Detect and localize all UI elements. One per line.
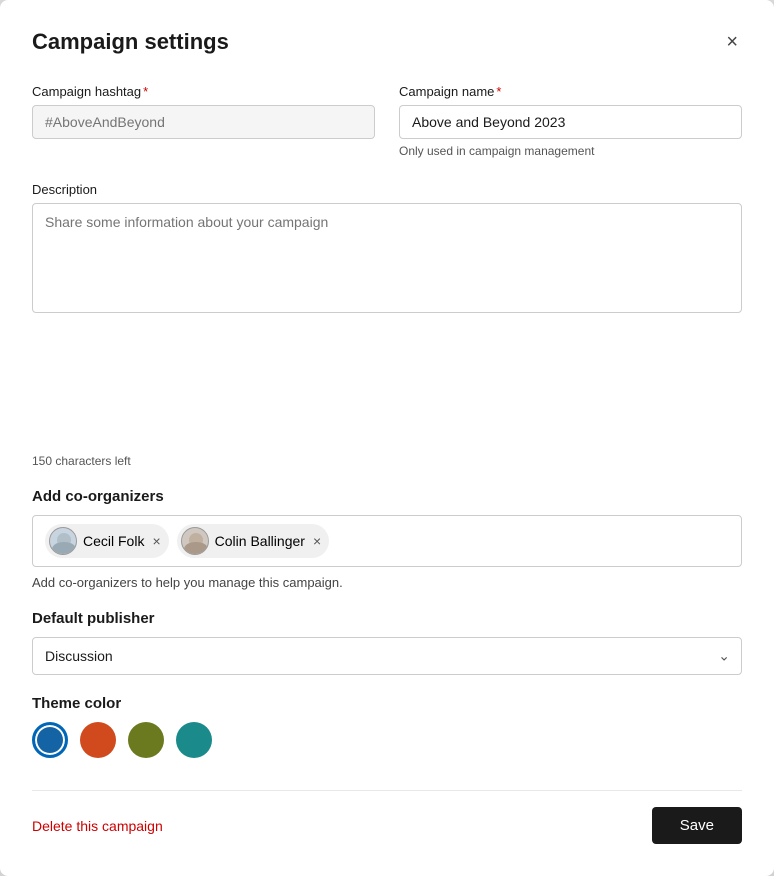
publisher-select[interactable]: Discussion Post Article — [32, 637, 742, 675]
remove-cf-button[interactable]: × — [152, 534, 160, 548]
description-group: Description — [32, 182, 742, 450]
hashtag-name-row: Campaign hashtag* Campaign name* Only us… — [32, 84, 742, 158]
remove-cb-button[interactable]: × — [313, 534, 321, 548]
avatar-cf — [49, 527, 77, 555]
description-label: Description — [32, 182, 742, 197]
save-button[interactable]: Save — [652, 807, 742, 844]
theme-color-section: Theme color — [32, 695, 742, 758]
organizer-name-cf: Cecil Folk — [83, 533, 144, 549]
co-organizers-hint: Add co-organizers to help you manage thi… — [32, 575, 742, 590]
color-swatch-teal[interactable] — [176, 722, 212, 758]
organizer-tag-cf: Cecil Folk × — [45, 524, 169, 558]
co-organizers-box[interactable]: Cecil Folk × Colin Ballinger × — [32, 515, 742, 567]
delete-campaign-button[interactable]: Delete this campaign — [32, 818, 163, 834]
color-swatch-orange[interactable] — [80, 722, 116, 758]
hashtag-label: Campaign hashtag* — [32, 84, 375, 99]
campaign-name-input[interactable] — [399, 105, 742, 139]
publisher-select-wrap: Discussion Post Article ⌄ — [32, 637, 742, 675]
modal-title: Campaign settings — [32, 29, 229, 55]
theme-color-title: Theme color — [32, 695, 742, 712]
modal-footer: Delete this campaign Save — [32, 790, 742, 844]
close-button[interactable]: × — [722, 28, 742, 56]
description-textarea[interactable] — [32, 203, 742, 313]
hashtag-input[interactable] — [32, 105, 375, 139]
color-swatch-olive[interactable] — [128, 722, 164, 758]
campaign-name-hint: Only used in campaign management — [399, 144, 742, 158]
description-textarea-wrap — [32, 203, 742, 318]
hashtag-required-star: * — [143, 84, 148, 99]
campaign-settings-modal: Campaign settings × Campaign hashtag* Ca… — [0, 0, 774, 876]
campaign-name-label: Campaign name* — [399, 84, 742, 99]
color-swatch-blue[interactable] — [32, 722, 68, 758]
organizer-name-cb: Colin Ballinger — [215, 533, 305, 549]
co-organizers-title: Add co-organizers — [32, 488, 742, 505]
hashtag-group: Campaign hashtag* — [32, 84, 375, 158]
campaign-name-required-star: * — [496, 84, 501, 99]
organizer-tag-cb: Colin Ballinger × — [177, 524, 329, 558]
char-count: 150 characters left — [32, 454, 742, 468]
modal-header: Campaign settings × — [32, 28, 742, 56]
color-swatches — [32, 722, 742, 758]
avatar-cb — [181, 527, 209, 555]
default-publisher-title: Default publisher — [32, 610, 742, 627]
campaign-name-group: Campaign name* Only used in campaign man… — [399, 84, 742, 158]
